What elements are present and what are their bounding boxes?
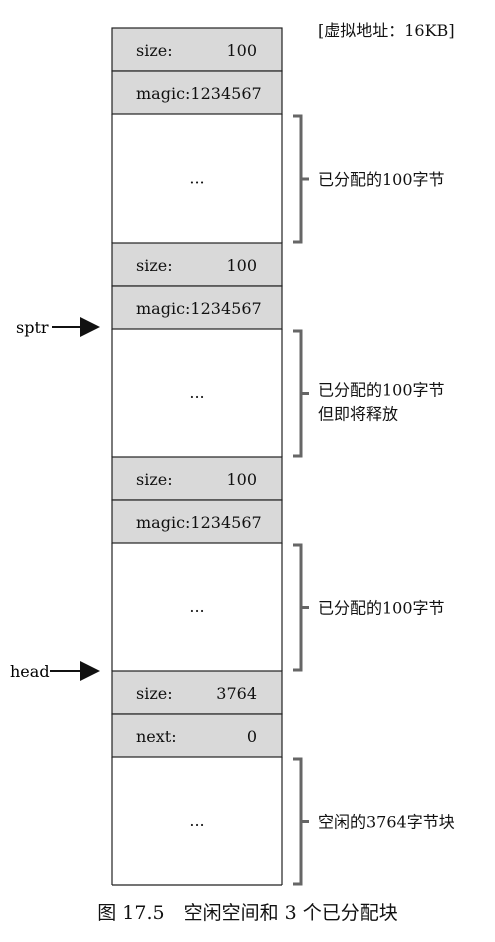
header-field-value: 0 (247, 727, 257, 746)
brace (293, 114, 309, 244)
brace-label: 但即将释放 (318, 405, 398, 424)
header-field-name: size: (136, 41, 173, 60)
brace (293, 543, 309, 672)
diagram: [虚拟地址：16KB] size: 100 magic:1234567... 已分配的… (0, 0, 495, 942)
head-label: head (10, 662, 50, 681)
ellipsis: ... (189, 597, 204, 616)
header-field-name: next: (136, 727, 177, 746)
memory-block: size: 3764 next: 0... 空闲的3764字节块 (111, 670, 455, 886)
ellipsis: ... (189, 811, 204, 830)
brace-label: 空闲的3764字节块 (318, 813, 455, 832)
memory-block: size: 100 magic:1234567... 已分配的100字节 (111, 27, 445, 244)
brace (293, 329, 309, 458)
memory-layout-svg: size: 100 magic:1234567... 已分配的100字节 size: 10… (10, 27, 455, 886)
head-pointer: head (10, 661, 100, 681)
header-field-name: magic:1234567 (136, 513, 262, 532)
ellipsis: ... (189, 383, 204, 402)
ellipsis: ... (189, 169, 204, 188)
memory-block: size: 100 magic:1234567... 已分配的100字节但即将释放 (111, 242, 445, 458)
brace (293, 757, 309, 886)
header-field-name: size: (136, 256, 173, 275)
brace-label: 已分配的100字节 (318, 599, 445, 618)
brace-label: 已分配的100字节 (318, 381, 445, 400)
header-field-name: magic:1234567 (136, 84, 262, 103)
sptr-label: sptr (16, 318, 49, 337)
header-field-name: size: (136, 684, 173, 703)
brace-label: 已分配的100字节 (318, 170, 445, 189)
header-field-value: 100 (226, 470, 257, 489)
header-field-value: 3764 (216, 684, 257, 703)
header-field-name: size: (136, 470, 173, 489)
figure-caption: 图 17.5 空闲空间和 3 个已分配块 (97, 902, 398, 924)
sptr-pointer: sptr (16, 317, 100, 337)
header-field-name: magic:1234567 (136, 299, 262, 318)
header-field-value: 100 (226, 256, 257, 275)
header-field-value: 100 (226, 41, 257, 60)
heap-size-label: [虚拟地址：16KB] (318, 21, 455, 40)
memory-block: size: 100 magic:1234567... 已分配的100字节 (111, 456, 445, 672)
